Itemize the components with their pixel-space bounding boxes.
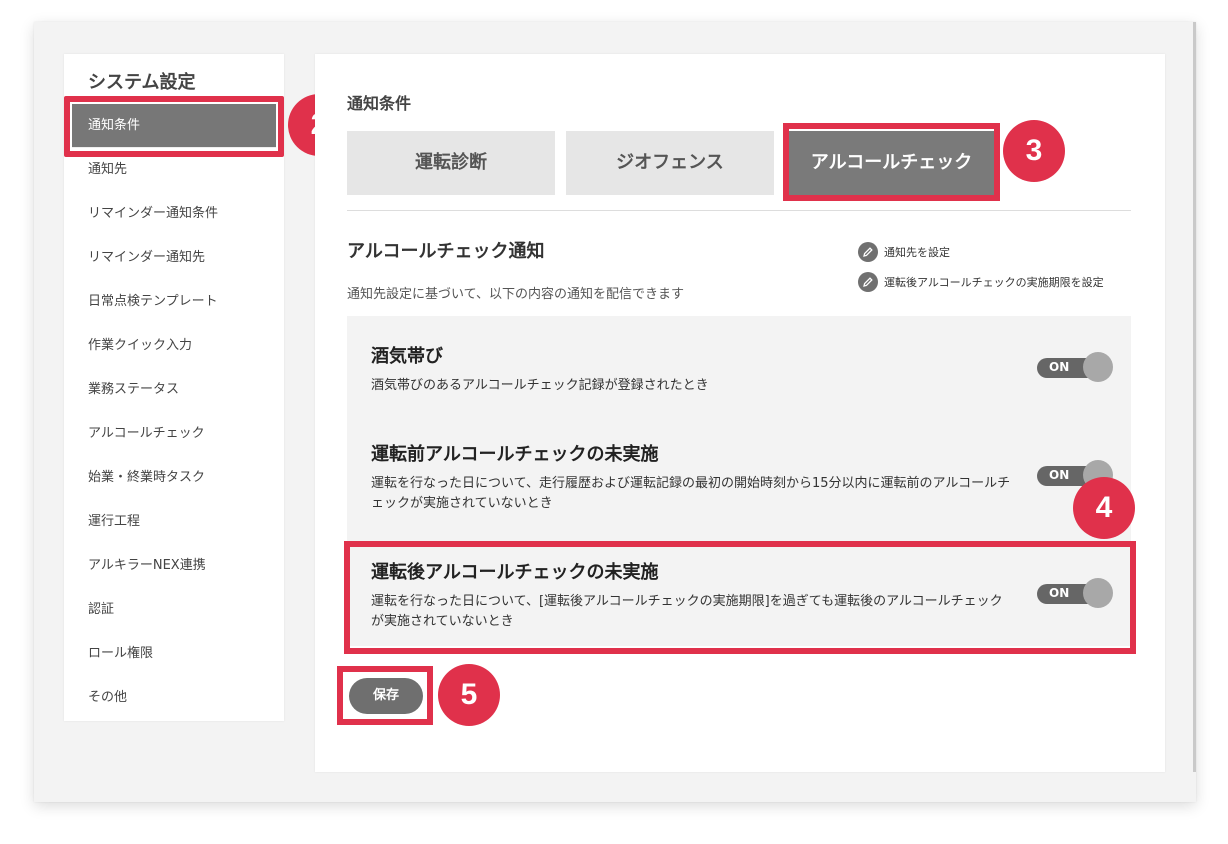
- toggle-post-drive-missing[interactable]: ON: [1037, 578, 1113, 610]
- sidebar-item-start-end-tasks[interactable]: 始業・終業時タスク: [64, 456, 284, 500]
- sidebar-item-quick-input[interactable]: 作業クイック入力: [64, 324, 284, 368]
- toggle-label: ON: [1049, 360, 1070, 374]
- sidebar-item-reminder-conditions[interactable]: リマインダー通知条件: [64, 192, 284, 236]
- app-window: システム設定 通知条件 通知先 リマインダー通知条件 リマインダー通知先 日常点…: [34, 22, 1196, 802]
- divider: [347, 210, 1131, 211]
- tab-driving-diagnosis[interactable]: 運転診断: [347, 131, 555, 195]
- set-notification-target-link[interactable]: 通知先を設定: [858, 242, 950, 262]
- pencil-icon: [858, 272, 878, 292]
- sidebar-title: システム設定: [88, 72, 196, 93]
- rule-title-intoxication: 酒気帯び: [371, 346, 443, 367]
- rule-desc-post-drive-missing: 運転を行なった日について、[運転後アルコールチェックの実施期限]を過ぎても運転後…: [371, 594, 1003, 629]
- tab-alcohol-check[interactable]: アルコールチェック: [788, 131, 995, 195]
- step-badge-4: 4: [1073, 477, 1135, 539]
- toggle-label: ON: [1049, 586, 1070, 600]
- sidebar: システム設定 通知条件 通知先 リマインダー通知条件 リマインダー通知先 日常点…: [64, 54, 284, 721]
- sidebar-item-other[interactable]: その他: [64, 676, 284, 720]
- rules-list: 酒気帯び 酒気帯びのあるアルコールチェック記録が登録されたとき ON 運転前アル…: [347, 316, 1131, 646]
- save-button[interactable]: 保存: [349, 678, 423, 714]
- set-notification-target-label: 通知先を設定: [884, 246, 950, 259]
- set-post-drive-deadline-label: 運転後アルコールチェックの実施期限を設定: [884, 276, 1104, 289]
- step-badge-5: 5: [438, 664, 500, 726]
- toggle-label: ON: [1049, 468, 1070, 482]
- page-title: 通知条件: [347, 94, 412, 113]
- rule-desc-intoxication: 酒気帯びのあるアルコールチェック記録が登録されたとき: [371, 378, 709, 393]
- rule-desc-pre-drive-missing: 運転を行なった日について、走行履歴および運転記録の最初の開始時刻から15分以内に…: [371, 476, 1011, 511]
- toggle-intoxication[interactable]: ON: [1037, 352, 1113, 384]
- sidebar-item-role-permissions[interactable]: ロール権限: [64, 632, 284, 676]
- toggle-knob: [1083, 352, 1113, 382]
- sidebar-item-notification-targets[interactable]: 通知先: [64, 148, 284, 192]
- sidebar-item-work-status[interactable]: 業務ステータス: [64, 368, 284, 412]
- section-description: 通知先設定に基づいて、以下の内容の通知を配信できます: [347, 287, 684, 302]
- set-post-drive-deadline-link[interactable]: 運転後アルコールチェックの実施期限を設定: [858, 272, 1104, 292]
- rule-title-pre-drive-missing: 運転前アルコールチェックの未実施: [371, 444, 659, 465]
- toggle-knob: [1083, 578, 1113, 608]
- section-title: アルコールチェック通知: [347, 241, 545, 262]
- step-badge-3: 3: [1003, 120, 1065, 182]
- sidebar-item-daily-inspection-template[interactable]: 日常点検テンプレート: [64, 280, 284, 324]
- window-edge: [1193, 22, 1196, 772]
- tab-geofence[interactable]: ジオフェンス: [566, 131, 774, 195]
- sidebar-item-notification-conditions[interactable]: 通知条件: [72, 104, 276, 148]
- sidebar-item-reminder-targets[interactable]: リマインダー通知先: [64, 236, 284, 280]
- sidebar-item-alkiller-nex[interactable]: アルキラーNEX連携: [64, 544, 284, 588]
- sidebar-item-operation-process[interactable]: 運行工程: [64, 500, 284, 544]
- sidebar-item-alcohol-check[interactable]: アルコールチェック: [64, 412, 284, 456]
- rule-title-post-drive-missing: 運転後アルコールチェックの未実施: [371, 562, 659, 583]
- sidebar-item-authentication[interactable]: 認証: [64, 588, 284, 632]
- pencil-icon: [858, 242, 878, 262]
